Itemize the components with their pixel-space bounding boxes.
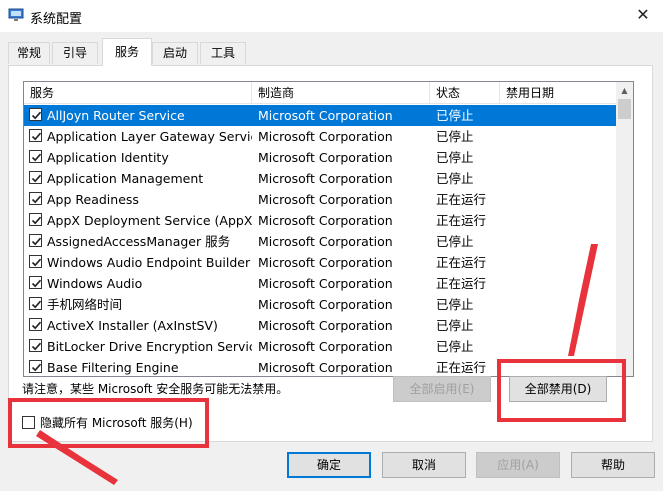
arrow-to-disable-all (568, 244, 598, 356)
arrow-to-hide-ms (36, 430, 118, 485)
tab-services[interactable]: 服务 (102, 38, 152, 66)
system-config-window: 系统配置 ✕ 常规 引导 服务 启动 工具 服务 制造商 状态 禁用日期 All… (0, 0, 663, 491)
annotation-arrows (36, 244, 598, 485)
